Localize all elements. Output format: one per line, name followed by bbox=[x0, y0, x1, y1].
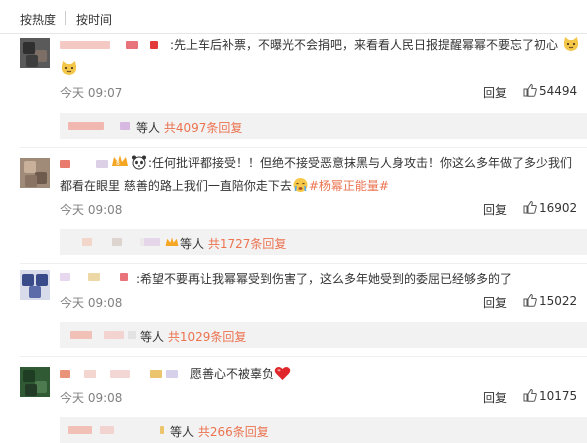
heart-icon bbox=[274, 366, 291, 389]
comment-text: :任何批评都接受！！但绝不接受恶意抹黑与人身攻击！你这么多年做了多少我们 bbox=[148, 156, 573, 170]
like-button[interactable]: 54494 bbox=[523, 83, 578, 98]
comment-divider bbox=[20, 263, 587, 264]
avatar[interactable] bbox=[20, 367, 50, 397]
comment-time: 今天 09:08 bbox=[60, 296, 123, 310]
sort-divider bbox=[65, 11, 66, 25]
svg-text:8: 8 bbox=[116, 160, 120, 167]
avatar[interactable] bbox=[20, 38, 50, 68]
like-button[interactable]: 16902 bbox=[523, 200, 578, 215]
like-count: 15022 bbox=[539, 294, 578, 308]
comment-body: 愿善心不被辜负 bbox=[190, 367, 275, 381]
hashtag-link[interactable]: #杨幂正能量# bbox=[309, 179, 389, 193]
reply-button[interactable]: 回复 bbox=[483, 389, 507, 406]
like-count: 10175 bbox=[539, 389, 578, 403]
comment-divider bbox=[20, 147, 587, 148]
comment-text-line2: 都看在眼里 慈善的路上我们一直陪你走下去 #杨幂正能量# bbox=[60, 175, 389, 201]
thumbs-up-icon bbox=[523, 293, 537, 307]
comment-body: 先上车后补票，不曝光不会捐吧，来看看人民日报提醒幂幂不要忘了初心 bbox=[174, 38, 559, 52]
sub-replies-box: 等人 共4097条回复 bbox=[60, 113, 587, 139]
comment-body-2: 都看在眼里 慈善的路上我们一直陪你走下去 bbox=[60, 179, 292, 193]
comment-body: 任何批评都接受！！但绝不接受恶意抹黑与人身攻击！你这么多年做了多少我们 bbox=[152, 156, 573, 170]
comment-divider bbox=[20, 356, 587, 357]
cat-emoji-icon bbox=[562, 36, 580, 60]
sub-replies-box: 等人 共266条回复 bbox=[60, 417, 587, 443]
thumbs-up-icon bbox=[523, 83, 537, 97]
reply-button[interactable]: 回复 bbox=[483, 84, 507, 101]
like-button[interactable]: 10175 bbox=[523, 388, 578, 403]
more-replies-link[interactable]: 等人 共266条回复 bbox=[170, 423, 269, 440]
sub-replies-box: 等人 共1727条回复 bbox=[60, 229, 587, 255]
like-count: 54494 bbox=[539, 84, 578, 98]
reply-button[interactable]: 回复 bbox=[483, 294, 507, 311]
like-count: 16902 bbox=[539, 201, 578, 215]
crying-emoji-icon bbox=[292, 177, 309, 201]
reply-button[interactable]: 回复 bbox=[483, 201, 507, 218]
vip-badge-icon: 8 bbox=[110, 154, 130, 171]
avatar[interactable] bbox=[20, 270, 50, 300]
avatar[interactable] bbox=[20, 158, 50, 188]
thumbs-up-icon bbox=[523, 388, 537, 402]
comment-text: 愿善心不被辜负 bbox=[190, 363, 291, 389]
sort-by-time-tab[interactable]: 按时间 bbox=[76, 11, 112, 28]
comment-time: 今天 09:08 bbox=[60, 391, 123, 405]
more-replies-link[interactable]: 等人 共1727条回复 bbox=[180, 235, 286, 252]
sort-bar: 按热度 按时间 bbox=[0, 0, 587, 34]
sort-by-hot-tab[interactable]: 按热度 bbox=[20, 11, 56, 28]
vip-badge-icon bbox=[164, 236, 180, 251]
comment-time: 今天 09:08 bbox=[60, 203, 123, 217]
comment-text: :先上车后补票，不曝光不会捐吧，来看看人民日报提醒幂幂不要忘了初心 bbox=[170, 34, 580, 60]
like-button[interactable]: 15022 bbox=[523, 293, 578, 308]
comment-body: 希望不要再让我幂幂受到伤害了，这么多年她受到的委屈已经够多的了 bbox=[140, 272, 513, 286]
more-replies-link[interactable]: 等人 共4097条回复 bbox=[136, 119, 242, 136]
comment-time: 今天 09:07 bbox=[60, 86, 123, 100]
sub-replies-box: 等人 共1029条回复 bbox=[60, 322, 587, 348]
more-replies-link[interactable]: 等人 共1029条回复 bbox=[140, 328, 246, 345]
thumbs-up-icon bbox=[523, 200, 537, 214]
panda-emoji-icon bbox=[131, 154, 147, 173]
comment-text: :希望不要再让我幂幂受到伤害了，这么多年她受到的委屈已经够多的了 bbox=[136, 272, 513, 286]
cat-emoji-icon bbox=[60, 60, 78, 79]
